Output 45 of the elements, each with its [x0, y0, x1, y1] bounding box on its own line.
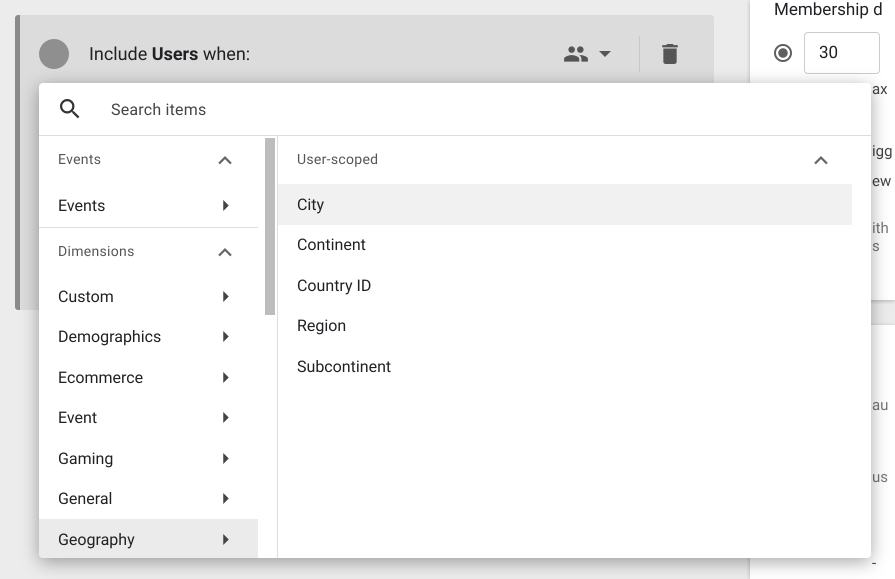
section-header[interactable]: Dimensions [39, 228, 258, 276]
dimension-item[interactable]: Country ID [278, 265, 852, 306]
caret-icon [223, 534, 229, 545]
category-item[interactable]: Custom [39, 276, 258, 316]
caret-icon [223, 200, 229, 211]
category-item[interactable]: Event [39, 398, 258, 438]
radio-button[interactable] [774, 44, 792, 62]
caret-icon [223, 452, 229, 464]
panel-text: ew [872, 172, 892, 190]
category-item[interactable]: Gaming [39, 438, 258, 478]
panel-text: ith [872, 219, 890, 237]
caret-icon [223, 290, 229, 302]
scrollbar-thumb[interactable] [265, 138, 275, 315]
chevron-icon [218, 248, 232, 256]
panel-text: au [872, 396, 890, 414]
caret-icon [223, 493, 229, 504]
panel-text: s [872, 237, 881, 255]
duration-input[interactable]: 30 [804, 32, 880, 74]
caret-icon [223, 372, 229, 383]
category-item[interactable]: Events [39, 184, 258, 227]
category-item[interactable]: Geography [39, 519, 258, 558]
panel-heading: Membership d [774, 0, 884, 20]
category-item[interactable]: Ecommerce [39, 357, 258, 398]
delete-icon[interactable] [662, 44, 678, 64]
section-header[interactable]: Events [39, 136, 258, 184]
panel-text: - [872, 554, 878, 572]
section-header[interactable]: User-scoped [278, 136, 852, 184]
condition-title: Include Users when: [89, 44, 252, 64]
panel-text: us [872, 468, 890, 486]
panel-text: igg [872, 142, 894, 160]
chevron-icon [814, 156, 828, 164]
dimension-item[interactable]: Continent [278, 224, 852, 265]
dimension-item[interactable]: Region [278, 306, 852, 346]
dimension-item[interactable]: City [278, 184, 852, 224]
chevron-icon [218, 156, 232, 164]
search-icon [60, 99, 80, 119]
user-scope-dropdown[interactable] [563, 45, 611, 63]
option-label: ax [872, 80, 888, 98]
caret-icon [223, 331, 229, 342]
category-item[interactable]: General [39, 478, 258, 519]
search-field[interactable]: Search items [109, 98, 871, 120]
category-item[interactable]: Demographics [39, 316, 258, 357]
caret-icon [223, 412, 229, 424]
dimension-item[interactable]: Subcontinent [278, 346, 852, 386]
caret-icon [599, 50, 611, 58]
